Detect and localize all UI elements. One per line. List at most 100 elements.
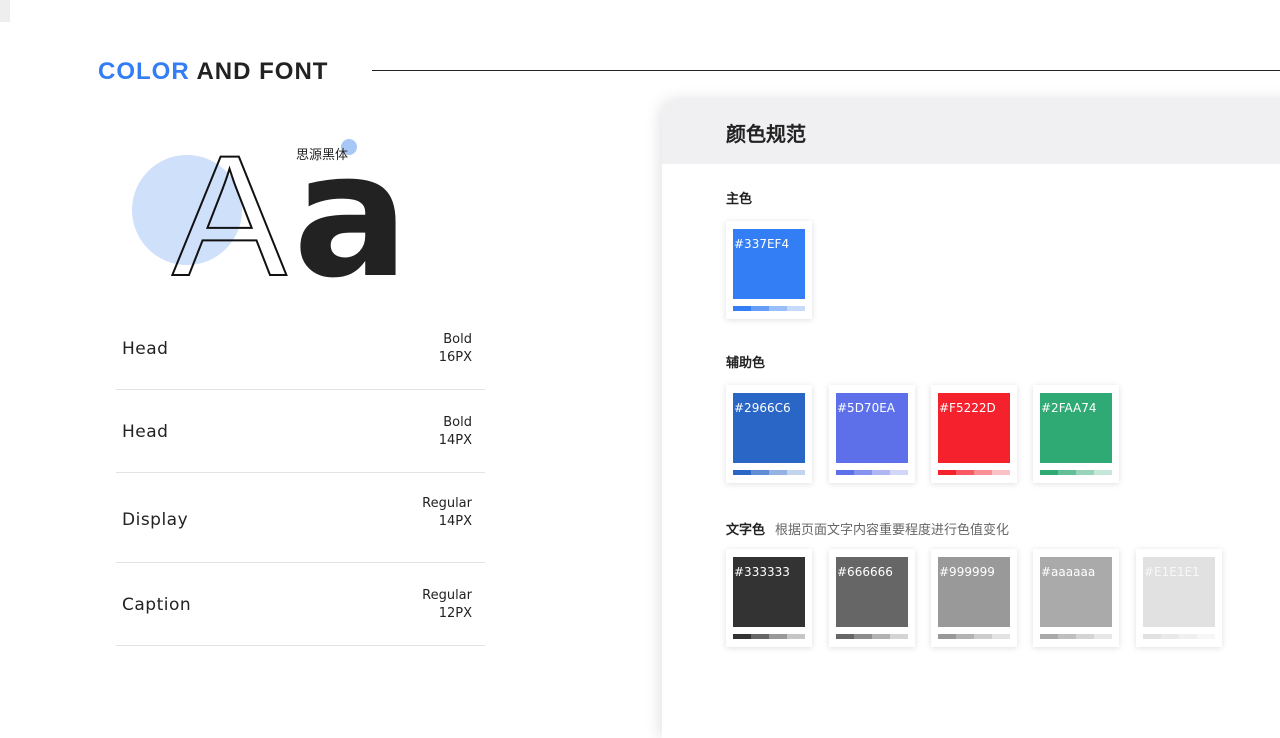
- color-tint-segment: [1197, 634, 1215, 639]
- color-card-secondary-2: #5D70EA: [829, 385, 915, 483]
- color-hex-label: #666666: [837, 565, 893, 579]
- color-tint-segment: [836, 470, 854, 475]
- type-style-size: 12PX: [438, 606, 472, 621]
- color-card-text-5: #E1E1E1: [1136, 549, 1222, 647]
- color-tint-strip: [1040, 634, 1112, 639]
- color-tint-segment: [1058, 634, 1076, 639]
- color-hex-label: #2966C6: [734, 401, 791, 415]
- color-tint-strip: [733, 634, 805, 639]
- color-tint-segment: [733, 634, 751, 639]
- color-tint-segment: [1094, 470, 1112, 475]
- color-tint-segment: [733, 306, 751, 311]
- color-tint-segment: [787, 634, 805, 639]
- color-tint-segment: [1076, 634, 1094, 639]
- text-color-label-title: 文字色: [726, 523, 766, 538]
- color-tint-segment: [733, 470, 751, 475]
- type-style-meta: Regular 12PX: [422, 587, 472, 623]
- color-tint-strip: [1040, 470, 1112, 475]
- color-tint-segment: [956, 470, 974, 475]
- type-style-size: 14PX: [438, 433, 472, 448]
- color-tint-segment: [1161, 634, 1179, 639]
- color-tint-segment: [956, 634, 974, 639]
- type-style-weight: Regular: [422, 496, 472, 511]
- color-tint-strip: [938, 634, 1010, 639]
- color-hex-label: #F5222D: [939, 401, 996, 415]
- color-tint-segment: [938, 634, 956, 639]
- color-hex-label: #999999: [939, 565, 995, 579]
- type-style-name: Display: [122, 510, 189, 530]
- color-hex-label: #2FAA74: [1041, 401, 1097, 415]
- color-tint-segment: [769, 470, 787, 475]
- type-row-head-16: Head Bold 16PX: [116, 307, 485, 390]
- color-tint-segment: [1058, 470, 1076, 475]
- color-tint-strip: [1143, 634, 1215, 639]
- color-card-secondary-3: #F5222D: [931, 385, 1017, 483]
- type-style-weight: Bold: [443, 415, 472, 430]
- color-card-primary: #337EF4: [726, 221, 812, 319]
- color-tint-segment: [974, 470, 992, 475]
- color-tint-segment: [1179, 634, 1197, 639]
- text-color-note: 根据页面文字内容重要程度进行色值变化: [775, 523, 1010, 538]
- type-style-name: Head: [122, 339, 169, 359]
- color-card-text-2: #666666: [829, 549, 915, 647]
- color-tint-segment: [890, 634, 908, 639]
- color-hex-label: #333333: [734, 565, 790, 579]
- type-style-name: Head: [122, 422, 169, 442]
- color-tint-segment: [890, 470, 908, 475]
- color-tint-segment: [1143, 634, 1161, 639]
- text-color-label: 文字色 根据页面文字内容重要程度进行色值变化: [726, 519, 1009, 538]
- font-family-name: 思源黑体: [296, 148, 349, 163]
- page-title: COLOR AND FONT: [98, 58, 328, 86]
- color-tint-segment: [872, 470, 890, 475]
- color-tint-segment: [854, 470, 872, 475]
- color-spec-panel: 颜色规范 主色 #337EF4 辅助色 #2966C6 #5D70EA #F52…: [662, 98, 1280, 738]
- primary-color-label: 主色: [726, 192, 753, 207]
- color-card-text-4: #aaaaaa: [1033, 549, 1119, 647]
- type-scale-list: Head Bold 16PX Head Bold 14PX Display Re…: [116, 307, 485, 646]
- panel-header: 颜色规范: [662, 98, 1280, 164]
- color-tint-segment: [787, 306, 805, 311]
- type-style-weight: Bold: [443, 332, 472, 347]
- type-row-head-14: Head Bold 14PX: [116, 390, 485, 473]
- specimen-glyph-upper: A: [171, 120, 288, 312]
- page-title-rest: AND FONT: [196, 58, 329, 85]
- color-tint-segment: [751, 306, 769, 311]
- color-tint-segment: [769, 634, 787, 639]
- color-tint-strip: [836, 634, 908, 639]
- color-tint-segment: [872, 634, 890, 639]
- type-style-meta: Bold 14PX: [439, 414, 472, 450]
- color-tint-segment: [992, 634, 1010, 639]
- color-card-secondary-4: #2FAA74: [1033, 385, 1119, 483]
- color-tint-segment: [938, 470, 956, 475]
- color-tint-strip: [733, 470, 805, 475]
- type-style-meta: Bold 16PX: [439, 331, 472, 367]
- color-card-text-3: #999999: [931, 549, 1017, 647]
- corner-mark: [0, 0, 10, 22]
- color-tint-segment: [1040, 470, 1058, 475]
- secondary-color-label: 辅助色: [726, 356, 766, 371]
- color-tint-segment: [1094, 634, 1112, 639]
- color-tint-segment: [769, 306, 787, 311]
- color-card-text-1: #333333: [726, 549, 812, 647]
- type-style-weight: Regular: [422, 588, 472, 603]
- color-tint-segment: [854, 634, 872, 639]
- title-divider: [372, 70, 1280, 71]
- page-title-accent: COLOR: [98, 58, 190, 85]
- color-tint-segment: [992, 470, 1010, 475]
- panel-title: 颜色规范: [726, 122, 806, 146]
- type-row-caption-12: Caption Regular 12PX: [116, 563, 485, 646]
- type-style-name: Caption: [122, 595, 192, 615]
- color-tint-segment: [1076, 470, 1094, 475]
- color-tint-segment: [836, 634, 854, 639]
- color-tint-strip: [836, 470, 908, 475]
- type-style-size: 14PX: [438, 514, 472, 529]
- color-tint-strip: [938, 470, 1010, 475]
- color-tint-segment: [974, 634, 992, 639]
- color-tint-strip: [733, 306, 805, 311]
- color-card-secondary-1: #2966C6: [726, 385, 812, 483]
- color-hex-label: #337EF4: [734, 237, 790, 251]
- type-style-size: 16PX: [438, 350, 472, 365]
- font-specimen: A a 思源黑体: [120, 129, 409, 303]
- color-tint-segment: [787, 470, 805, 475]
- color-tint-segment: [751, 470, 769, 475]
